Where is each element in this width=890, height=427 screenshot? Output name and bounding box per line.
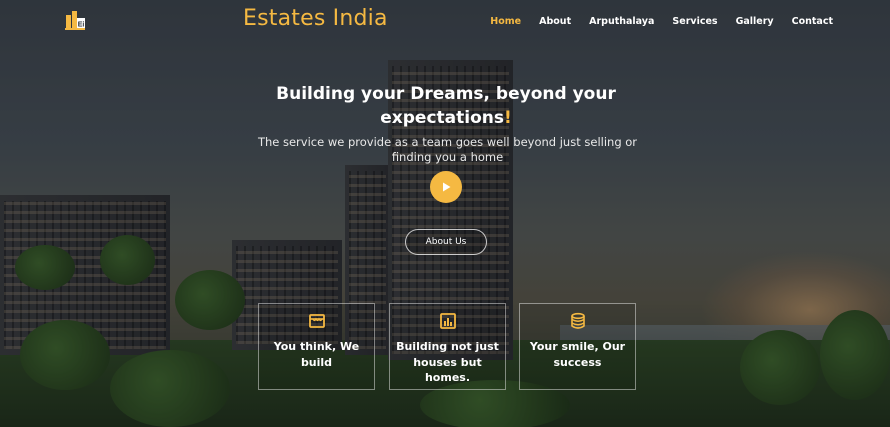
nav-item-services[interactable]: Services [672,16,717,27]
nav-item-arputhalaya[interactable]: Arputhalaya [589,16,654,27]
feature-text: Building not just houses but homes. [396,340,499,384]
logo-icon[interactable]: Ei [64,9,86,31]
nav-item-contact[interactable]: Contact [792,16,833,27]
hero-headline-accent: ! [503,108,512,128]
database-icon [570,312,585,329]
feature-text: You think, We build [273,340,360,369]
feature-card-homes: Building not just houses but homes. [389,303,506,390]
play-icon [443,182,451,192]
hero-subtext: The service we provide as a team goes we… [257,135,638,164]
nav-item-gallery[interactable]: Gallery [736,16,774,27]
store-icon [308,314,325,328]
feature-text: Your smile, Our success [529,340,626,369]
nav-item-about[interactable]: About [539,16,571,27]
navbar: Ei Estates India Home About Arputhalaya … [0,0,890,46]
feature-card-smile: Your smile, Our success [519,303,636,390]
nav-menu: Home About Arputhalaya Services Gallery … [472,16,833,27]
feature-card-think: You think, We build [258,303,375,390]
hero-headline-text: Building your Dreams, beyond your expect… [276,84,616,128]
hero-headline: Building your Dreams, beyond your expect… [270,82,622,130]
logo-text: Ei [78,22,85,29]
site-brand[interactable]: Estates India [243,6,388,31]
bar-chart-icon [439,313,456,329]
about-us-button[interactable]: About Us [405,229,487,255]
nav-item-home[interactable]: Home [490,16,521,27]
play-video-button[interactable] [430,171,462,203]
